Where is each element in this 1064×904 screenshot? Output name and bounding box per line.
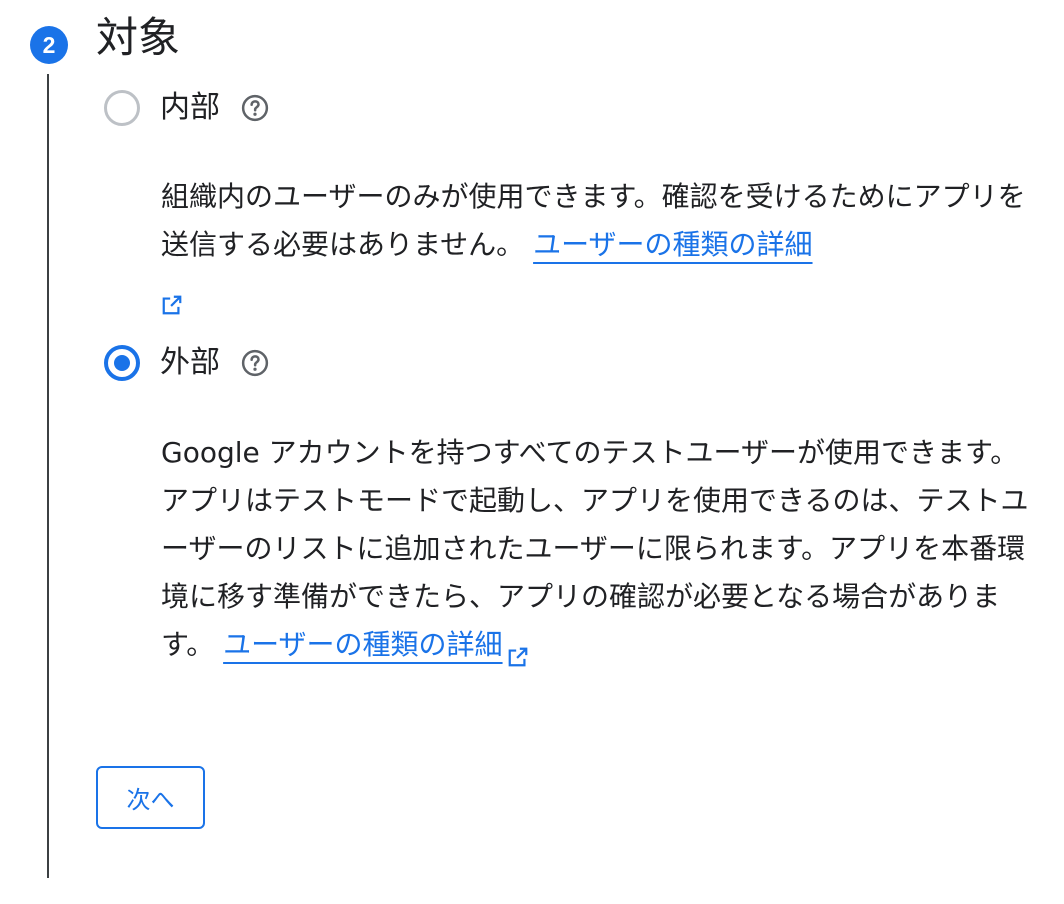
step-number: 2 (42, 31, 56, 58)
open-in-new-icon[interactable] (507, 635, 529, 667)
option-label-external: 外部 (160, 345, 220, 380)
radio-button-external[interactable] (104, 345, 140, 381)
audience-step: 2 対象 内部 組織内のユーザーのみが使用できます。確認を受けるためにアプリを送… (0, 0, 1064, 904)
step-connector-line (47, 74, 49, 878)
radio-option-external[interactable]: 外部 (104, 343, 270, 383)
step-title: 対象 (96, 13, 181, 62)
radio-option-internal[interactable]: 内部 (104, 88, 270, 128)
next-button[interactable]: 次へ (96, 766, 205, 829)
radio-selected-dot (114, 355, 130, 371)
user-type-details-link-external[interactable]: ユーザーの種類の詳細 (223, 628, 502, 661)
option-description-external: Google アカウントを持つすべてのテストユーザーが使用できます。アプリはテス… (161, 429, 1041, 669)
radio-button-internal[interactable] (104, 90, 140, 126)
option-label-internal: 内部 (160, 90, 220, 125)
step-number-badge: 2 (30, 26, 68, 64)
user-type-details-link-internal[interactable]: ユーザーの種類の詳細 (533, 228, 812, 261)
help-icon[interactable] (240, 348, 270, 378)
open-in-new-icon[interactable] (161, 283, 183, 315)
option-description-internal: 組織内のユーザーのみが使用できます。確認を受けるためにアプリを送信する必要はあり… (161, 173, 1041, 317)
help-icon[interactable] (240, 93, 270, 123)
